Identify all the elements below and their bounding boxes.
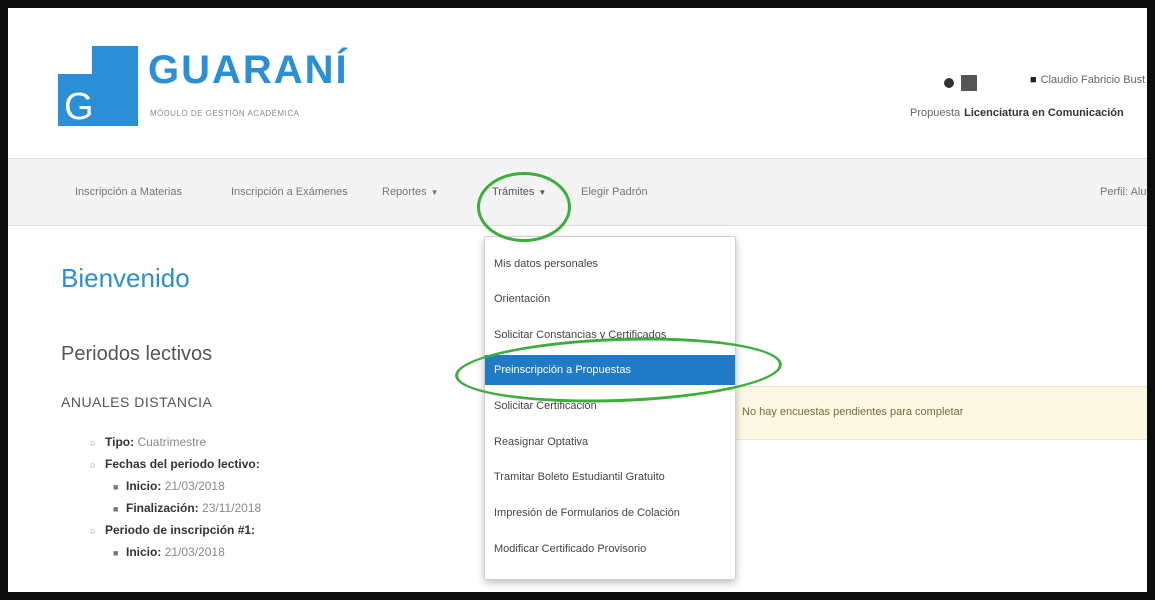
caret-down-icon: ▼ [430, 188, 439, 197]
menu-item-orientacion[interactable]: Orientación [485, 284, 735, 314]
page-title: Bienvenido [61, 263, 190, 293]
period-group-title: ANUALES DISTANCIA [61, 394, 213, 410]
user-icon: ■ [1030, 74, 1037, 86]
periodo-inscripcion-label: Periodo de inscripción #1: [105, 523, 256, 537]
inicio-label: Inicio: [126, 479, 162, 493]
nav-inscripcion-materias[interactable]: Inscripción a Materias [75, 186, 182, 198]
periodos-heading: Periodos lectivos [61, 343, 213, 365]
fechas-label: Fechas del periodo lectivo: [105, 457, 260, 471]
logo-letter: G [64, 86, 94, 128]
menu-item-mis-datos[interactable]: Mis datos personales [485, 249, 735, 279]
envelope-icon[interactable] [943, 77, 954, 88]
propuesta-label: Propuesta [910, 107, 961, 119]
nav-inscripcion-examenes[interactable]: Inscripción a Exámenes [231, 186, 348, 198]
inicio-value: 21/03/2018 [164, 479, 225, 493]
tipo-value: Cuatrimestre [137, 435, 207, 449]
menu-item-reasignar-optativa[interactable]: Reasignar Optativa [485, 427, 735, 457]
user-name: Claudio Fabricio Bust [1040, 74, 1146, 86]
bullet: ■ [113, 548, 119, 558]
highlight-circle-tramites [477, 172, 571, 242]
browser-frame: G GUARANÍ MÓDULO DE GESTIÓN ACADÉMICA ■ C… [8, 8, 1147, 592]
menu-item-certificado-provisorio[interactable]: Modificar Certificado Provisorio [485, 534, 735, 564]
header: G GUARANÍ MÓDULO DE GESTIÓN ACADÉMICA ■ C… [8, 8, 1147, 158]
tipo-label: Tipo: [105, 435, 135, 449]
perfil-selector[interactable]: Perfil: Alum [1100, 186, 1147, 198]
bullet: ■ [113, 482, 119, 492]
finalizacion-value: 23/11/2018 [202, 501, 262, 515]
inicio-inscripcion-row: Inicio: 21/03/2018 [126, 545, 225, 559]
logo-subtitle: MÓDULO DE GESTIÓN ACADÉMICA [150, 109, 300, 118]
periodo-inscripcion-row: Periodo de inscripción #1: [105, 523, 255, 537]
main-navbar: Inscripción a Materias Inscripción a Exá… [8, 158, 1147, 226]
inicio-row: Inicio: 21/03/2018 [126, 479, 225, 493]
logo-title: GUARANÍ [148, 48, 349, 92]
nav-elegir-padron[interactable]: Elegir Padrón [581, 186, 648, 198]
bullet: ○ [90, 526, 96, 536]
bullet: ■ [113, 504, 119, 514]
notification-badge[interactable] [961, 74, 977, 91]
tramites-dropdown: Mis datos personales Orientación Solicit… [484, 236, 736, 580]
logo-mark: G [58, 46, 138, 126]
inicio-inscripcion-label: Inicio: [126, 545, 162, 559]
propuesta-value: Licenciatura en Comunicación [964, 107, 1124, 119]
bullet: ○ [90, 460, 96, 470]
nav-reportes[interactable]: Reportes ▼ [382, 186, 439, 198]
menu-item-boleto-estudiantil[interactable]: Tramitar Boleto Estudiantil Gratuito [485, 462, 735, 492]
fechas-row: Fechas del periodo lectivo: [105, 457, 260, 471]
header-icons [943, 74, 977, 92]
finalizacion-row: Finalización: 23/11/2018 [126, 501, 261, 515]
encuestas-alert: No hay encuestas pendientes para complet… [732, 386, 1147, 440]
alert-text: No hay encuestas pendientes para complet… [742, 406, 964, 418]
propuesta-selector[interactable]: Propuesta Licenciatura en Comunicación [910, 107, 1124, 119]
user-menu[interactable]: ■ Claudio Fabricio Bust [1030, 74, 1145, 86]
menu-item-formularios-colacion[interactable]: Impresión de Formularios de Colación [485, 498, 735, 528]
tipo-row: Tipo: Cuatrimestre [105, 435, 206, 449]
inicio-inscripcion-value: 21/03/2018 [164, 545, 225, 559]
bullet: ○ [90, 438, 96, 448]
finalizacion-label: Finalización: [126, 501, 199, 515]
